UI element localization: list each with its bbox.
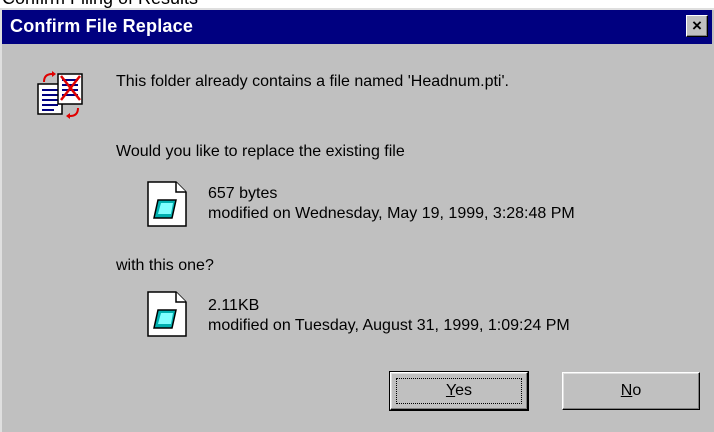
background-window-text: Confirm Filing of Results bbox=[2, 0, 198, 8]
dialog-title: Confirm File Replace bbox=[10, 16, 194, 36]
yes-mnemonic: Y bbox=[445, 382, 456, 399]
existing-file-size: 657 bytes bbox=[208, 185, 278, 202]
existing-file-modified: modified on Wednesday, May 19, 1999, 3:2… bbox=[208, 205, 575, 222]
existing-file-document-icon bbox=[147, 181, 187, 227]
replace-question: Would you like to replace the existing f… bbox=[116, 143, 405, 160]
no-mnemonic: N bbox=[620, 382, 633, 399]
title-bar[interactable]: Confirm File Replace × bbox=[2, 10, 712, 44]
close-icon: × bbox=[692, 16, 702, 35]
yes-label-rest: es bbox=[455, 382, 473, 399]
background-window-fragment: Confirm Filing of Results bbox=[0, 0, 714, 8]
file-replace-icon bbox=[37, 71, 83, 119]
close-button[interactable]: × bbox=[686, 15, 708, 37]
no-button-label: No bbox=[621, 382, 641, 399]
file-exists-message: This folder already contains a file name… bbox=[116, 73, 509, 90]
new-file-document-icon bbox=[147, 291, 187, 337]
new-file-modified: modified on Tuesday, August 31, 1999, 1:… bbox=[208, 317, 570, 334]
no-label-rest: o bbox=[632, 382, 642, 399]
with-this-one-label: with this one? bbox=[116, 257, 214, 274]
new-file-size: 2.11KB bbox=[208, 297, 260, 314]
yes-button-label: Yes bbox=[446, 382, 472, 399]
no-button[interactable]: No bbox=[562, 372, 700, 410]
yes-button[interactable]: Yes bbox=[389, 371, 529, 411]
